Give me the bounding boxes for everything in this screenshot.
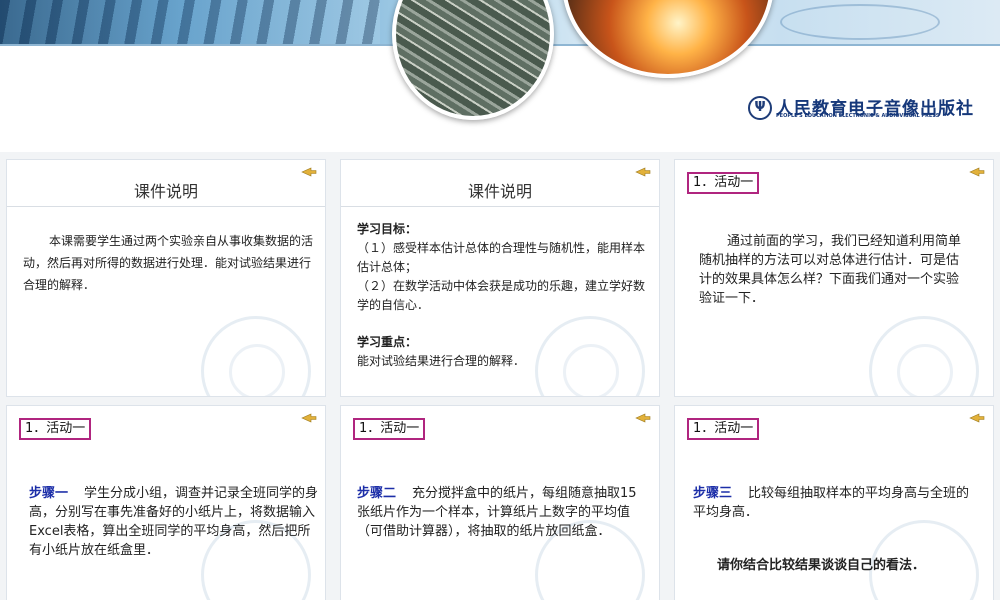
arrow-badge-icon — [635, 167, 651, 177]
discussion-prompt: 请你结合比较结果谈谈自己的看法． — [717, 558, 926, 573]
watermark-logo-inner — [897, 344, 953, 396]
arrow-badge-icon — [969, 413, 985, 423]
publisher-logo: Ψ 人民教育电子音像出版社 PEOPLE'S EDUCATION ELECTRO… — [748, 96, 973, 122]
slide-thumbnail-2[interactable]: 课件说明 学习目标： （１）感受样本估计总体的合理性与随机性，能用样本估计总体；… — [341, 160, 659, 396]
banner-decoration — [780, 4, 940, 40]
publisher-name-en: PEOPLE'S EDUCATION ELECTRONIC & AUDIOVIS… — [776, 113, 940, 119]
step-text: 学生分成小组，调查并记录全班同学的身高，分别写在事先准备好的小纸片上，将数据输入… — [29, 486, 319, 558]
step-label: 步骤一 — [29, 486, 69, 501]
slide-thumbnail-4[interactable]: 1．活动一 步骤一 学生分成小组，调查并记录全班同学的身高，分别写在事先准备好的小… — [7, 406, 325, 600]
watermark-logo-inner — [229, 344, 285, 396]
slide-body: 本课需要学生通过两个实验亲自从事收集数据的活动，然后再对所得的数据进行处理．能对… — [23, 234, 314, 292]
key-heading: 学习重点： — [357, 335, 418, 349]
header-banner: Ψ 人民教育电子音像出版社 PEOPLE'S EDUCATION ELECTRO… — [0, 0, 1000, 152]
goal-heading: 学习目标： — [357, 222, 418, 236]
slide-title: 课件说明 — [133, 182, 198, 201]
step-text: 充分搅拌盒中的纸片，每组随意抽取15张纸片作为一个样本，计算纸片上数字的平均值（… — [357, 486, 637, 539]
goal-item-1: （１）感受样本估计总体的合理性与随机性，能用样本估计总体； — [357, 241, 646, 274]
arrow-badge-icon — [301, 167, 317, 177]
activity-label: 1．活动一 — [687, 418, 760, 440]
slide-thumbnail-3[interactable]: 1．活动一 通过前面的学习，我们已经知道利用简单随机抽样的方法可以对总体进行估计… — [675, 160, 993, 396]
arrow-badge-icon — [301, 413, 317, 423]
rocket-launch-photo — [562, 0, 774, 78]
slide-body: 通过前面的学习，我们已经知道利用简单随机抽样的方法可以对总体进行估计．可是估计的… — [699, 234, 962, 306]
title-divider — [341, 206, 659, 207]
step-label: 步骤二 — [357, 486, 397, 501]
slide-title: 课件说明 — [467, 182, 532, 201]
slide-thumbnail-6[interactable]: 1．活动一 步骤三 比较每组抽取样本的平均身高与全班的平均身高． 请你结合比较结果… — [675, 406, 993, 600]
arrow-badge-icon — [635, 413, 651, 423]
slide-thumbnail-5[interactable]: 1．活动一 步骤二 充分搅拌盒中的纸片，每组随意抽取15张纸片作为一个样本，计算纸… — [341, 406, 659, 600]
step-label: 步骤三 — [693, 486, 733, 501]
arrow-badge-icon — [969, 167, 985, 177]
highway-photo — [392, 0, 554, 120]
goal-item-2: （２）在数学活动中体会获是成功的乐趣，建立学好数学的自信心． — [357, 279, 646, 312]
activity-label: 1．活动一 — [353, 418, 426, 440]
step-text: 比较每组抽取样本的平均身高与全班的平均身高． — [693, 486, 970, 520]
activity-label: 1．活动一 — [19, 418, 92, 440]
title-divider — [7, 206, 325, 207]
slide-thumbnail-1[interactable]: 课件说明 本课需要学生通过两个实验亲自从事收集数据的活动，然后再对所得的数据进行… — [7, 160, 325, 396]
key-text: 能对试验结果进行合理的解释． — [357, 354, 526, 368]
pep-logo-icon: Ψ — [748, 96, 772, 120]
athletes-photo — [0, 0, 380, 44]
activity-label: 1．活动一 — [687, 172, 760, 194]
